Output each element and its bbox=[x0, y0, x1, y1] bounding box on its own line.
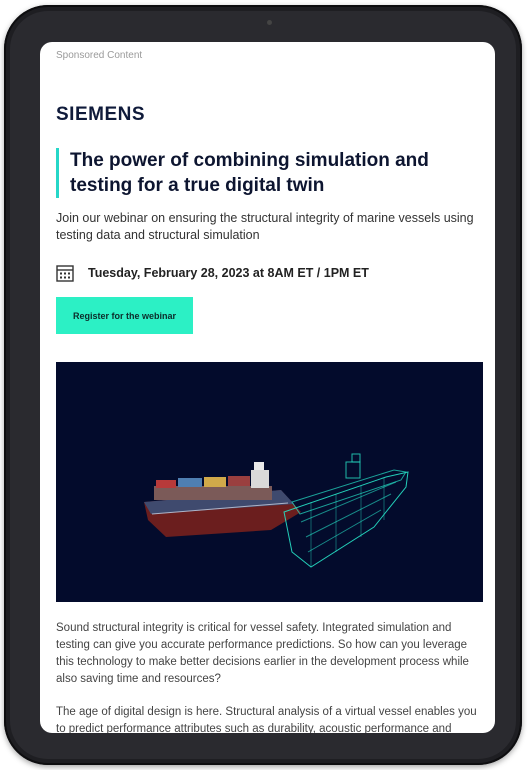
calendar-icon bbox=[56, 265, 74, 282]
event-date: Tuesday, February 28, 2023 at 8AM ET / 1… bbox=[88, 266, 369, 280]
intro-text: Join our webinar on ensuring the structu… bbox=[56, 211, 474, 242]
email-content[interactable]: Sponsored Content SIEMENS The power of c… bbox=[40, 42, 495, 733]
camera-icon bbox=[267, 20, 272, 25]
event-date-row: Tuesday, February 28, 2023 at 8AM ET / 1… bbox=[56, 262, 369, 284]
siemens-logo: SIEMENS bbox=[56, 104, 146, 125]
cargo-ship-image bbox=[144, 462, 301, 537]
body-paragraph-1: Sound structural integrity is critical f… bbox=[56, 622, 469, 685]
ships-illustration bbox=[144, 453, 409, 568]
headline: The power of combining simulation and te… bbox=[56, 148, 490, 198]
hero-image bbox=[56, 362, 483, 602]
body-paragraph-2: The age of digital design is here. Struc… bbox=[56, 706, 477, 733]
wireframe-ship bbox=[283, 453, 409, 568]
register-button[interactable]: Register for the webinar bbox=[56, 297, 193, 334]
sponsored-label: Sponsored Content bbox=[56, 50, 143, 61]
